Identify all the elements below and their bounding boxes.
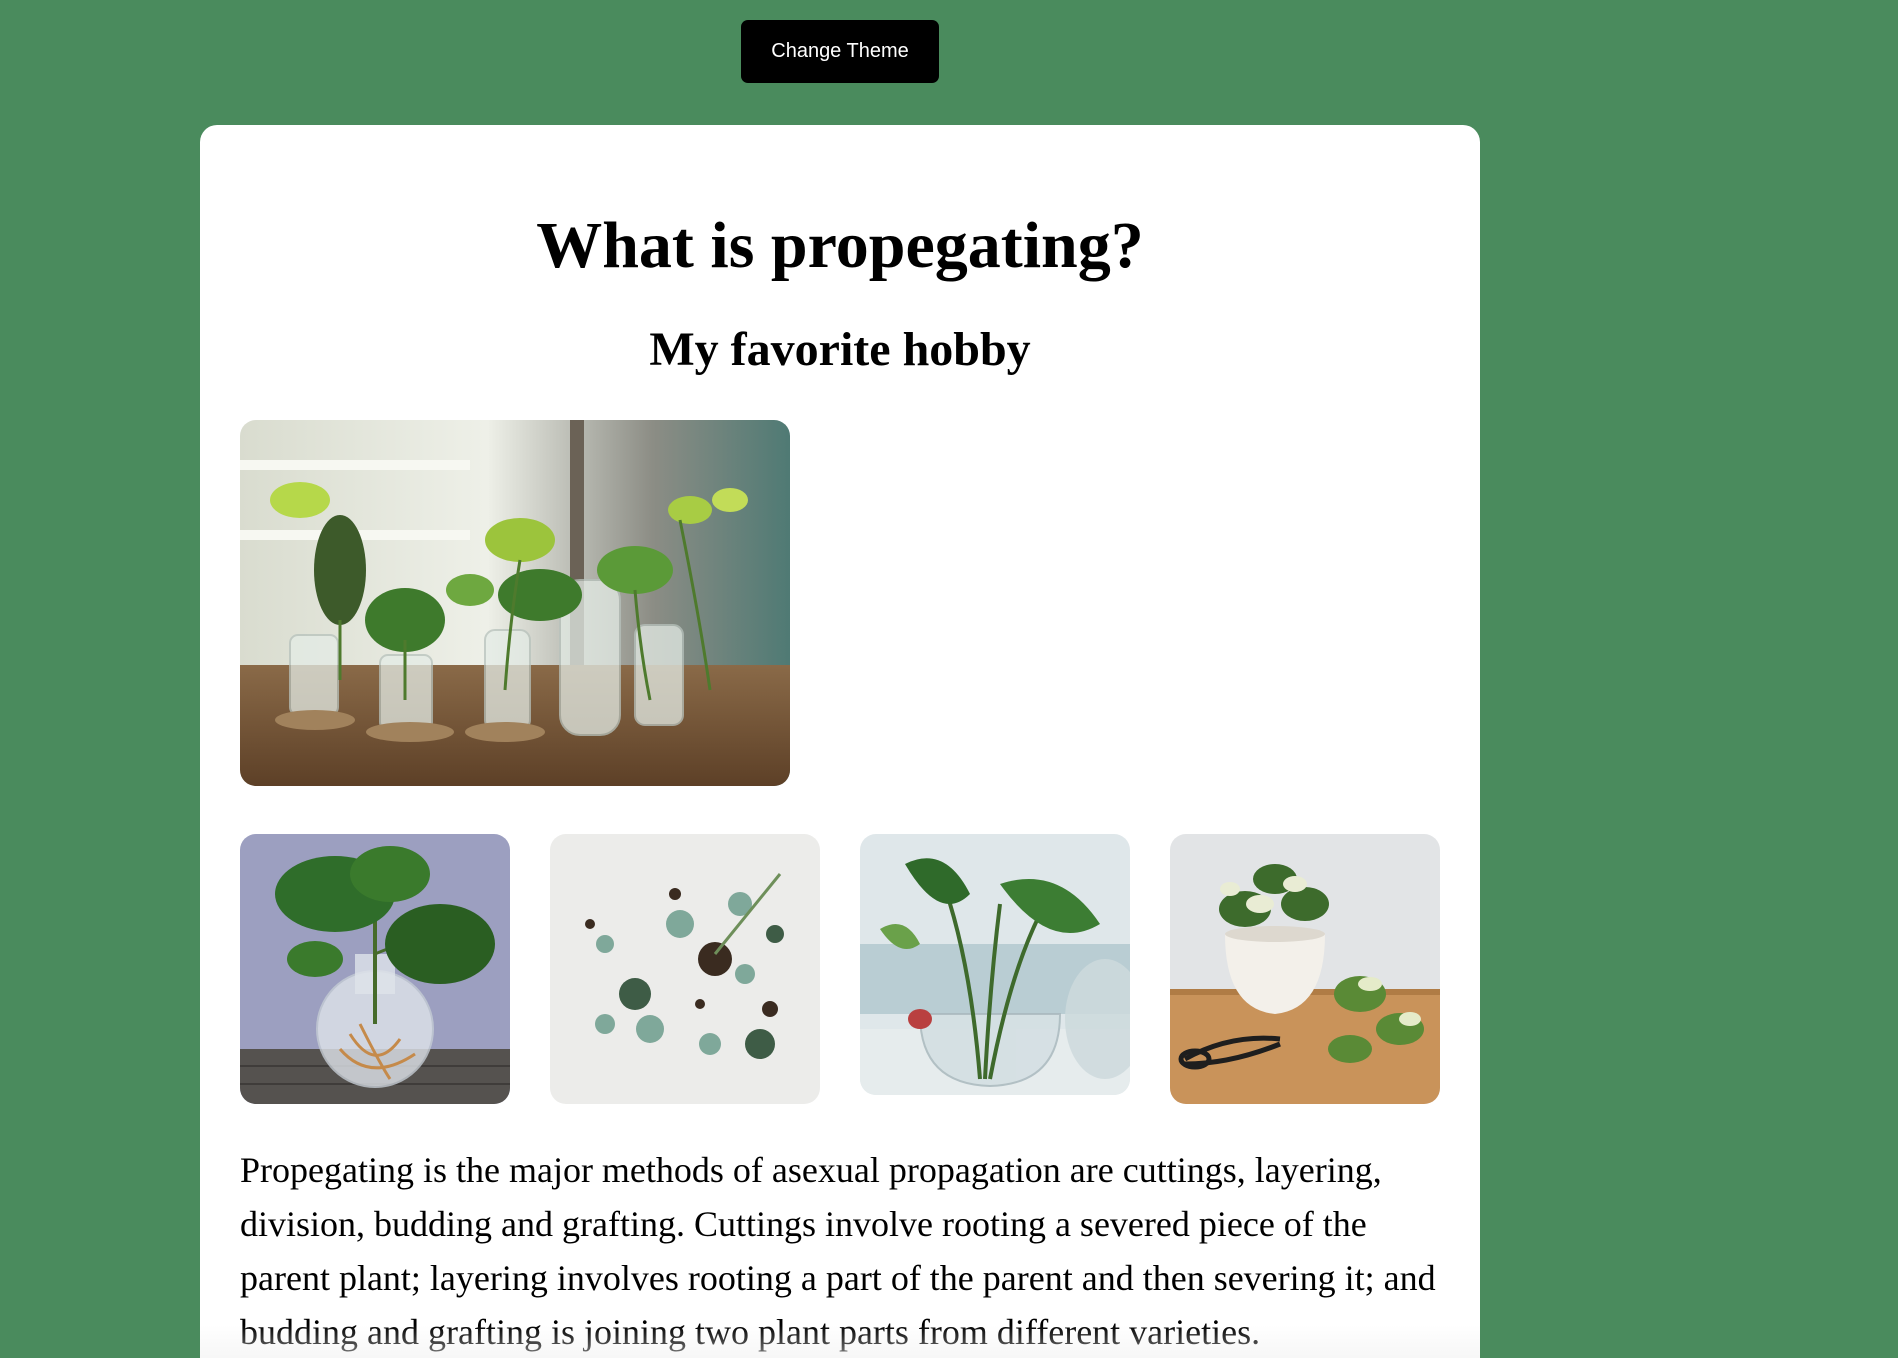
article-body: Propegating is the major methods of asex… xyxy=(240,1150,1436,1352)
page-subtitle: My favorite hobby xyxy=(649,323,1031,376)
page-title: What is propegating? xyxy=(536,209,1144,282)
monstera-bulb-photo xyxy=(240,834,510,1104)
change-theme-button[interactable]: Change Theme xyxy=(741,20,939,83)
article-card: What is propegating? My favorite hobby P… xyxy=(200,125,1480,1358)
syngonium-cutting-photo xyxy=(860,834,1130,1095)
pothos-pot-photo xyxy=(1170,834,1440,1104)
succulents-photo xyxy=(550,834,820,1104)
hero-propagation-photo xyxy=(240,420,790,786)
